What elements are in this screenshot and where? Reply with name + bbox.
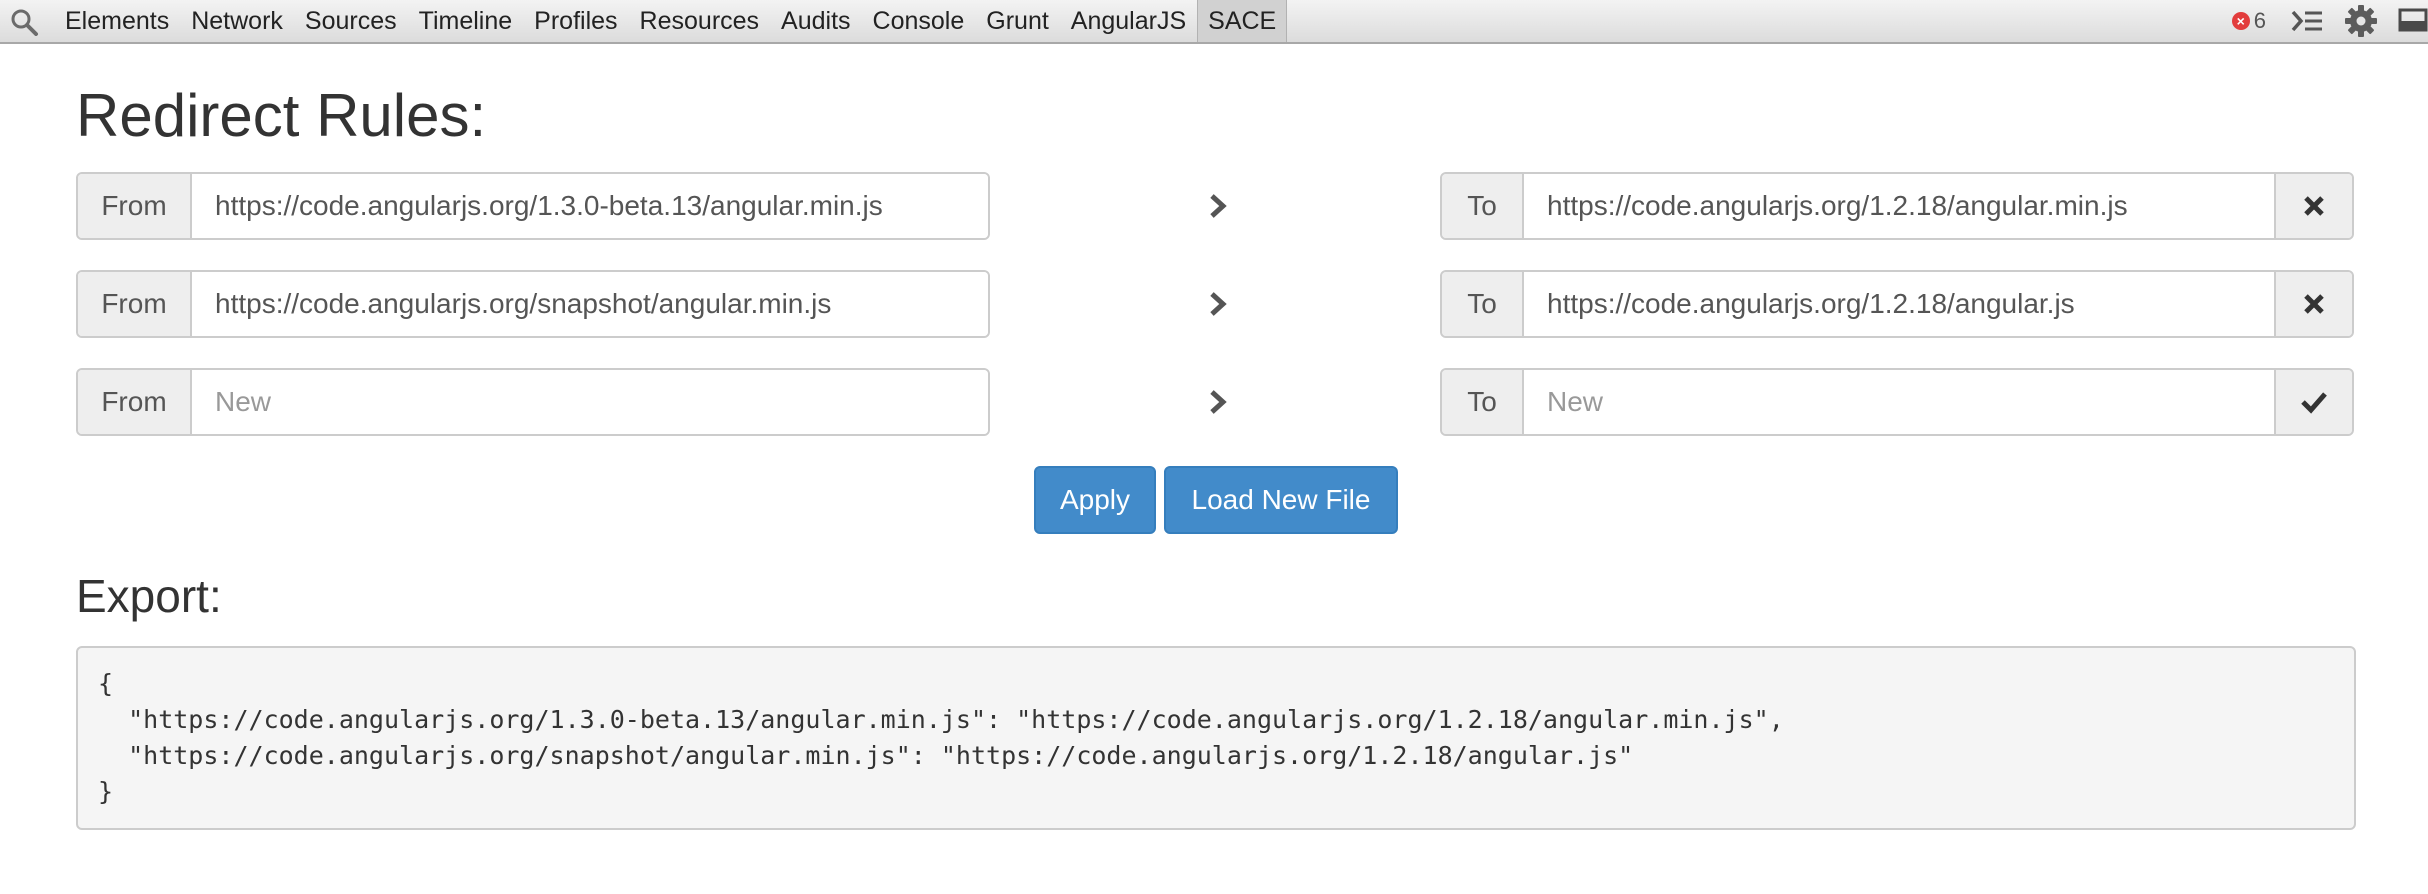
remove-rule-button[interactable]: [2274, 174, 2352, 238]
new-to-input[interactable]: [1524, 370, 2274, 434]
tab-timeline[interactable]: Timeline: [408, 0, 524, 42]
tab-sace[interactable]: SACE: [1197, 0, 1288, 42]
from-label: From: [78, 370, 192, 434]
devtools-toolbar: Elements Network Sources Timeline Profil…: [0, 0, 2428, 44]
remove-rule-button[interactable]: [2274, 272, 2352, 336]
from-label: From: [78, 272, 192, 336]
new-from-input[interactable]: [192, 370, 988, 434]
error-icon: ×: [2231, 12, 2250, 30]
chevron-right-icon: [1204, 388, 1232, 416]
search-icon[interactable]: [10, 8, 40, 36]
to-group: To: [1440, 368, 2354, 436]
check-icon: [2301, 392, 2327, 414]
from-input[interactable]: [192, 272, 988, 336]
tab-resources[interactable]: Resources: [629, 0, 771, 42]
to-group: To: [1440, 172, 2354, 240]
tab-network[interactable]: Network: [180, 0, 294, 42]
panel-tabs: Elements Network Sources Timeline Profil…: [54, 0, 1288, 42]
tab-profiles[interactable]: Profiles: [523, 0, 628, 42]
to-label: To: [1442, 370, 1524, 434]
tab-grunt[interactable]: Grunt: [975, 0, 1060, 42]
rule-row: From To: [76, 172, 2354, 240]
tab-sources[interactable]: Sources: [294, 0, 408, 42]
dock-icon[interactable]: [2398, 4, 2428, 38]
to-label: To: [1442, 174, 1524, 238]
to-label: To: [1442, 272, 1524, 336]
page-title: Redirect Rules:: [76, 82, 487, 149]
apply-button[interactable]: Apply: [1034, 466, 1156, 534]
tab-elements[interactable]: Elements: [54, 0, 180, 42]
from-group: From: [76, 368, 990, 436]
from-group: From: [76, 270, 990, 338]
from-label: From: [78, 174, 192, 238]
tab-audits[interactable]: Audits: [770, 0, 861, 42]
remove-icon: [2304, 294, 2324, 314]
add-rule-button[interactable]: [2274, 370, 2352, 434]
error-count: 6: [2253, 8, 2266, 33]
to-input[interactable]: [1524, 272, 2274, 336]
action-buttons: Apply Load New File: [1034, 466, 1398, 534]
export-json: { "https://code.angularjs.org/1.3.0-beta…: [76, 646, 2356, 830]
new-rule-row: From To: [76, 368, 2354, 436]
rule-row: From To: [76, 270, 2354, 338]
chevron-right-icon: [1204, 192, 1232, 220]
to-group: To: [1440, 270, 2354, 338]
chevron-right-icon: [1204, 290, 1232, 318]
tab-console[interactable]: Console: [862, 0, 976, 42]
tab-angularjs[interactable]: AngularJS: [1060, 0, 1197, 42]
export-heading: Export:: [76, 570, 222, 622]
remove-icon: [2304, 196, 2324, 216]
console-drawer-icon[interactable]: [2290, 8, 2324, 34]
error-counter[interactable]: × 6: [2231, 8, 2266, 34]
from-input[interactable]: [192, 174, 988, 238]
from-group: From: [76, 172, 990, 240]
load-new-file-button[interactable]: Load New File: [1164, 466, 1398, 534]
gear-icon[interactable]: [2344, 4, 2378, 38]
to-input[interactable]: [1524, 174, 2274, 238]
toolbar-right: × 6: [2231, 0, 2428, 42]
